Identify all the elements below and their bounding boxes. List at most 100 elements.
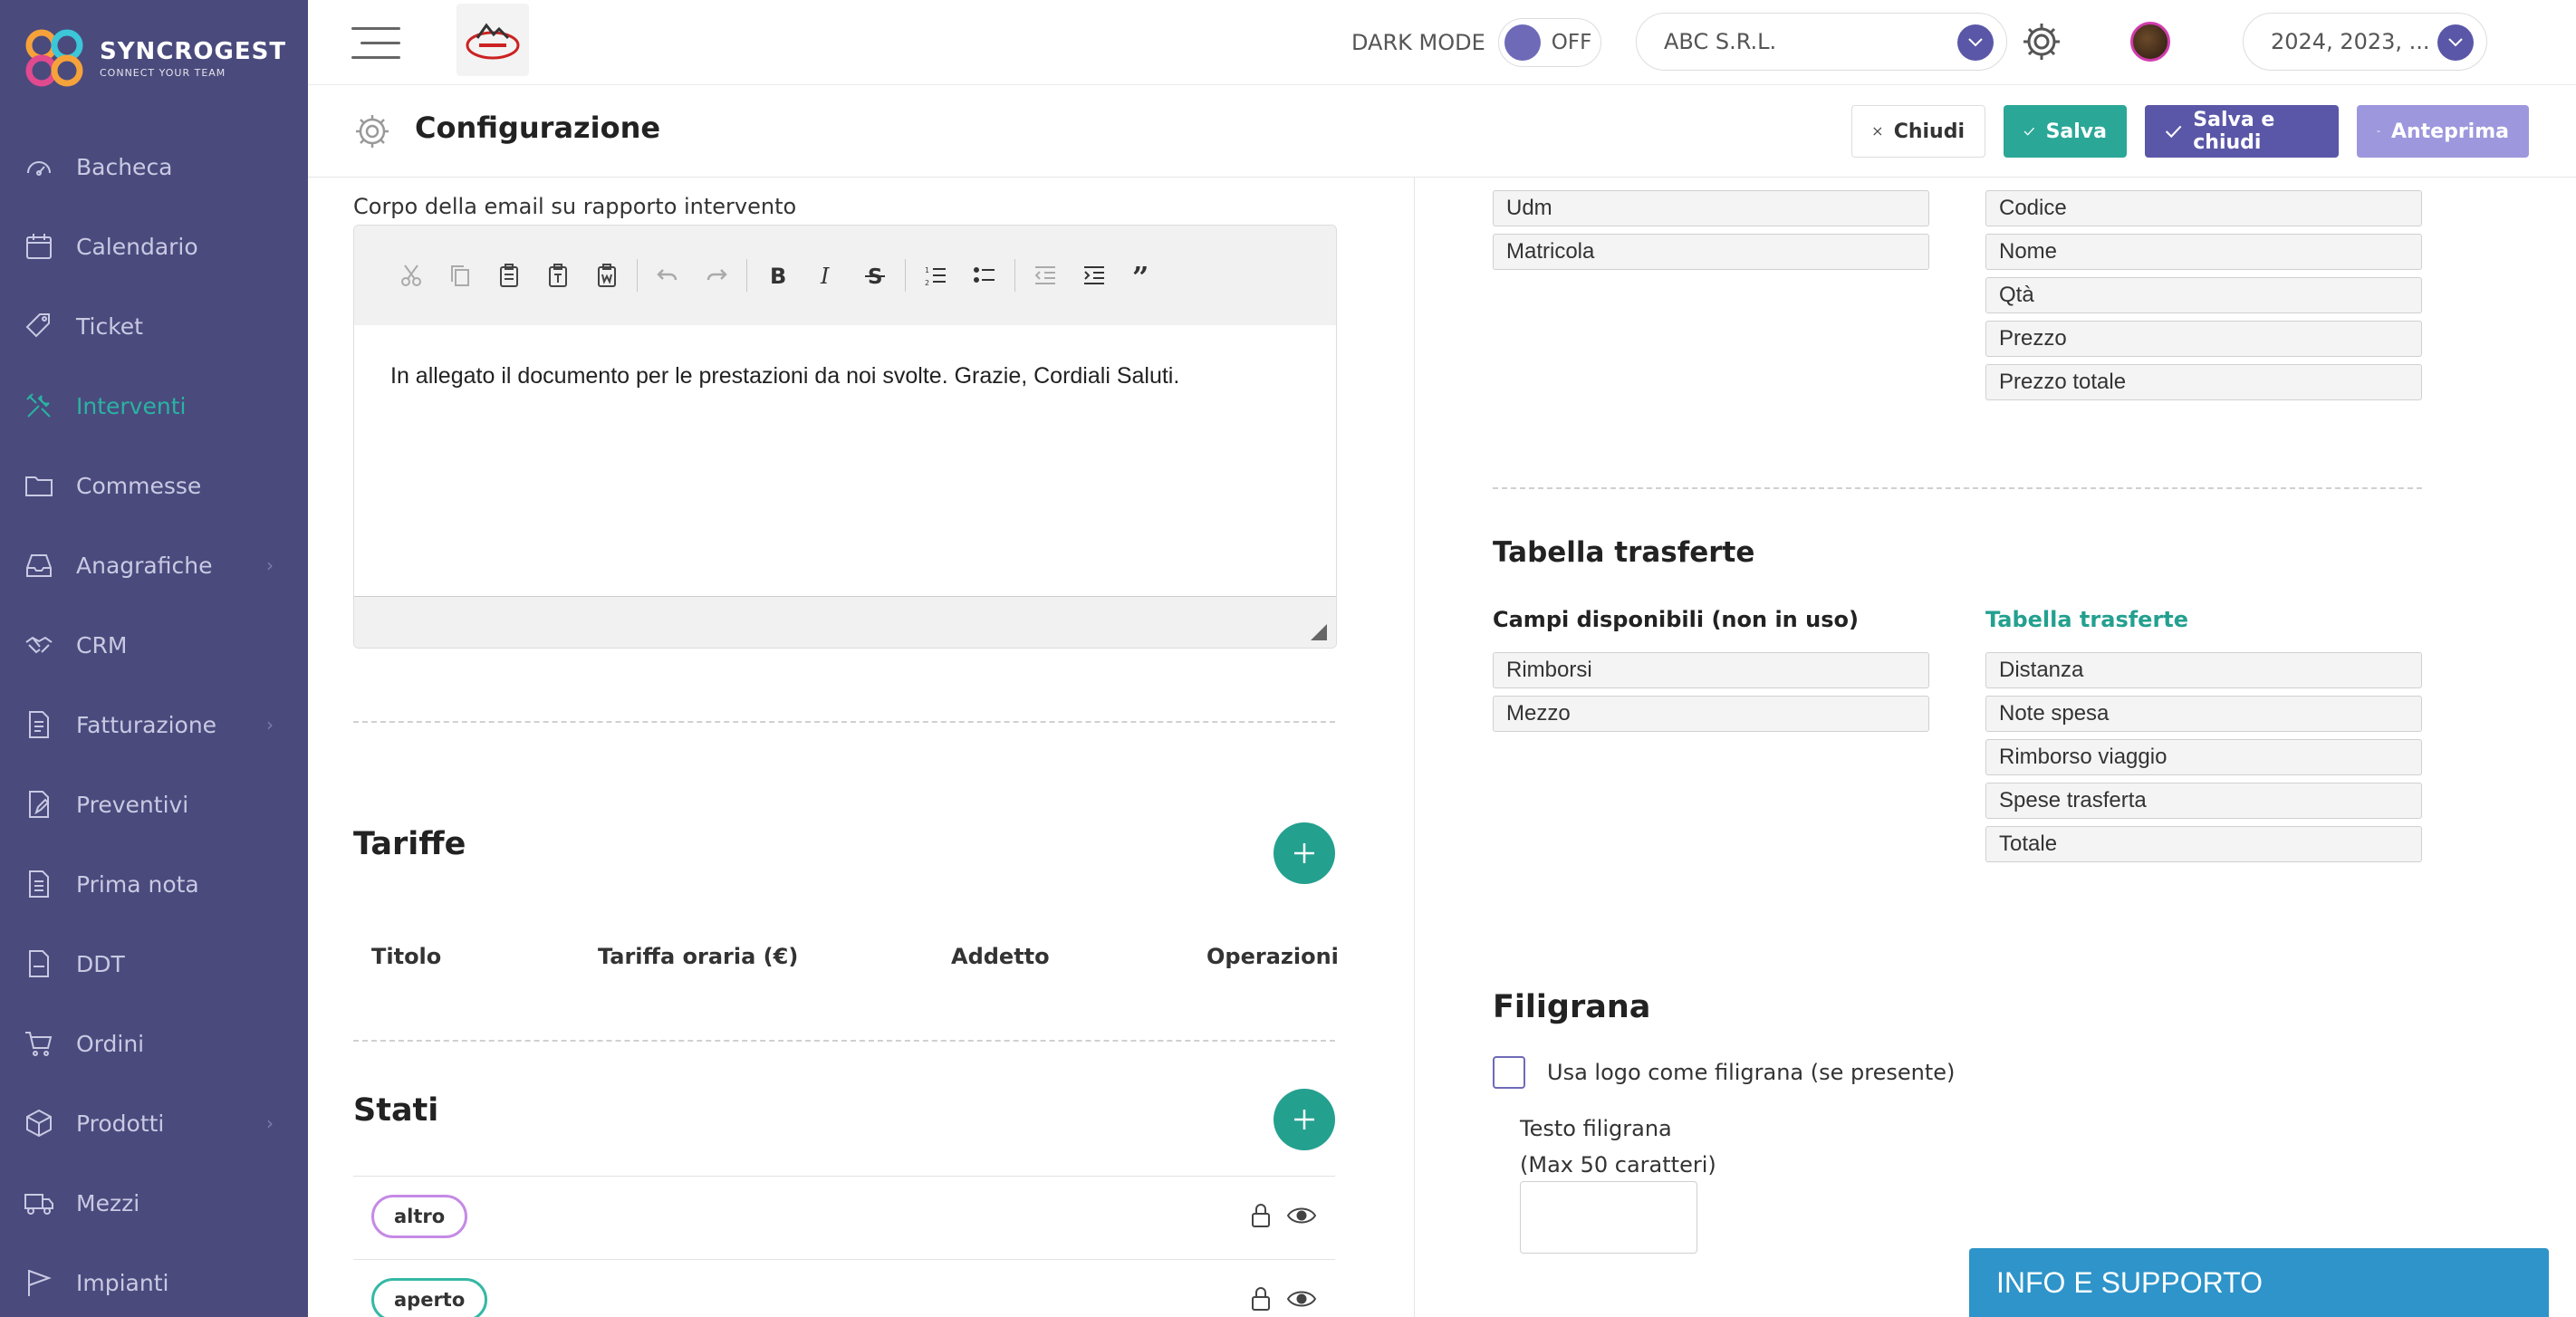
- page-title: Configurazione: [415, 111, 661, 145]
- sidebar-item-prodotti[interactable]: Prodotti ›: [0, 1083, 308, 1163]
- user-avatar[interactable]: [2130, 22, 2170, 62]
- blockquote-icon[interactable]: ”: [1119, 251, 1168, 300]
- outdent-icon[interactable]: [1021, 251, 1070, 300]
- sidebar-item-label: Fatturazione: [76, 711, 217, 738]
- numbered-list-icon[interactable]: 12: [911, 251, 960, 300]
- use-logo-watermark-checkbox[interactable]: [1493, 1056, 1525, 1089]
- sidebar-item-impianti[interactable]: Impianti: [0, 1243, 308, 1317]
- topbar: DARK MODE OFF ABC S.R.L. 2024, 2023, ...: [308, 0, 2576, 85]
- eye-icon[interactable]: [1286, 1206, 1317, 1226]
- sidebar-item-bacheca[interactable]: Bacheca: [0, 127, 308, 207]
- available-field-matricola[interactable]: Matricola: [1493, 234, 1929, 270]
- undo-icon[interactable]: [643, 251, 692, 300]
- bullet-list-icon[interactable]: [960, 251, 1009, 300]
- table-field-codice[interactable]: Codice: [1985, 190, 2422, 226]
- brand[interactable]: SYNCROGEST CONNECT YOUR TEAM: [22, 22, 286, 94]
- preview-button-label: Anteprima: [2390, 120, 2509, 143]
- sidebar-item-label: Calendario: [76, 233, 198, 260]
- sidebar-item-ticket[interactable]: Ticket: [0, 286, 308, 366]
- table-field-nome[interactable]: Nome: [1985, 234, 2422, 270]
- sidebar-item-calendario[interactable]: Calendario: [0, 207, 308, 286]
- available-field-mezzo[interactable]: Mezzo: [1493, 696, 1929, 732]
- trasferte-title: Tabella trasferte: [1493, 536, 1755, 569]
- available-field-rimborsi[interactable]: Rimborsi: [1493, 652, 1929, 688]
- year-select[interactable]: 2024, 2023, ...: [2243, 13, 2487, 71]
- year-select-value: 2024, 2023, ...: [2271, 29, 2430, 54]
- sidebar-item-fatturazione[interactable]: Fatturazione ›: [0, 685, 308, 764]
- sidebar-item-preventivi[interactable]: Preventivi: [0, 764, 308, 844]
- email-body-content[interactable]: In allegato il documento per le prestazi…: [354, 325, 1336, 597]
- add-tariffa-button[interactable]: [1274, 822, 1335, 884]
- chevron-right-icon: ›: [266, 554, 274, 576]
- lock-icon[interactable]: [1250, 1202, 1272, 1229]
- cut-icon[interactable]: [387, 251, 436, 300]
- chevron-right-icon: ›: [266, 1112, 274, 1134]
- sidebar-item-anagrafiche[interactable]: Anagrafiche ›: [0, 525, 308, 605]
- sidebar-item-ordini[interactable]: Ordini: [0, 1004, 308, 1083]
- table-field-note-spesa[interactable]: Note spesa: [1985, 696, 2422, 732]
- preview-button[interactable]: Anteprima: [2357, 105, 2529, 158]
- gear-icon: [353, 112, 391, 150]
- company-select-value: ABC S.R.L.: [1664, 29, 1777, 54]
- strikethrough-icon[interactable]: S: [851, 251, 899, 300]
- column-header-operazioni: Operazioni: [1206, 944, 1339, 969]
- brand-name: SYNCROGEST: [100, 37, 287, 65]
- chevron-right-icon: ›: [266, 714, 274, 735]
- sidebar-item-label: Bacheca: [76, 153, 173, 180]
- cart-icon: [24, 1028, 54, 1059]
- table-field-qta[interactable]: Qtà: [1985, 277, 2422, 313]
- lock-icon[interactable]: [1250, 1285, 1272, 1312]
- svg-text:”: ”: [1132, 262, 1149, 289]
- table-field-rimborso-viaggio[interactable]: Rimborso viaggio: [1985, 739, 2422, 775]
- svg-text:I: I: [820, 264, 830, 289]
- brand-logo-icon: [22, 25, 87, 91]
- watermark-text-input[interactable]: [1520, 1181, 1697, 1254]
- chevron-down-icon: [1957, 24, 1994, 61]
- eye-icon[interactable]: [1286, 1289, 1317, 1309]
- sidebar-item-label: Commesse: [76, 472, 202, 499]
- resize-handle-icon[interactable]: [1311, 624, 1327, 640]
- copy-icon[interactable]: [436, 251, 485, 300]
- paste-icon[interactable]: [485, 251, 533, 300]
- info-support-button[interactable]: INFO E SUPPORTO: [1969, 1248, 2549, 1317]
- add-stato-button[interactable]: [1274, 1089, 1335, 1150]
- save-button[interactable]: Salva: [2004, 105, 2127, 158]
- page-header: Configurazione Chiudi Salva Salva e chiu…: [308, 85, 2576, 178]
- plus-icon: [1294, 843, 1314, 863]
- trasferte-table-heading: Tabella trasferte: [1985, 607, 2189, 632]
- menu-toggle-icon[interactable]: [351, 27, 400, 60]
- save-and-close-button[interactable]: Salva e chiudi: [2145, 105, 2339, 158]
- sidebar-item-ddt[interactable]: DDT: [0, 924, 308, 1004]
- available-fields-heading: Campi disponibili (non in uso): [1493, 607, 1859, 632]
- table-field-totale[interactable]: Totale: [1985, 826, 2422, 862]
- inbox-icon: [24, 550, 54, 581]
- sidebar-item-crm[interactable]: CRM: [0, 605, 308, 685]
- svg-text:2: 2: [925, 279, 929, 287]
- sidebar-item-label: Mezzi: [76, 1189, 140, 1216]
- sidebar-item-prima-nota[interactable]: Prima nota: [0, 844, 308, 924]
- tools-icon: [24, 390, 54, 421]
- table-field-spese-trasferta[interactable]: Spese trasferta: [1985, 783, 2422, 819]
- table-field-prezzo[interactable]: Prezzo: [1985, 321, 2422, 357]
- tariffe-title: Tariffe: [353, 826, 466, 862]
- redo-icon[interactable]: [692, 251, 741, 300]
- status-badge: aperto: [371, 1278, 488, 1317]
- eye-icon: [2377, 130, 2380, 132]
- dark-mode-toggle[interactable]: OFF: [1497, 18, 1601, 67]
- sidebar-item-mezzi[interactable]: Mezzi: [0, 1163, 308, 1243]
- table-field-prezzo-totale[interactable]: Prezzo totale: [1985, 364, 2422, 400]
- paste-word-icon[interactable]: [582, 251, 631, 300]
- editor-statusbar: [354, 597, 1336, 648]
- settings-gear-icon[interactable]: [2020, 20, 2063, 63]
- sidebar-item-interventi[interactable]: Interventi: [0, 366, 308, 446]
- company-select[interactable]: ABC S.R.L.: [1636, 13, 2007, 71]
- paste-text-icon[interactable]: [533, 251, 582, 300]
- available-field-udm[interactable]: Udm: [1493, 190, 1929, 226]
- table-row: altro: [353, 1176, 1335, 1259]
- table-field-distanza[interactable]: Distanza: [1985, 652, 2422, 688]
- sidebar-item-commesse[interactable]: Commesse: [0, 446, 308, 525]
- indent-icon[interactable]: [1070, 251, 1119, 300]
- bold-icon[interactable]: B: [753, 251, 802, 300]
- close-button[interactable]: Chiudi: [1851, 105, 1985, 158]
- italic-icon[interactable]: I: [802, 251, 851, 300]
